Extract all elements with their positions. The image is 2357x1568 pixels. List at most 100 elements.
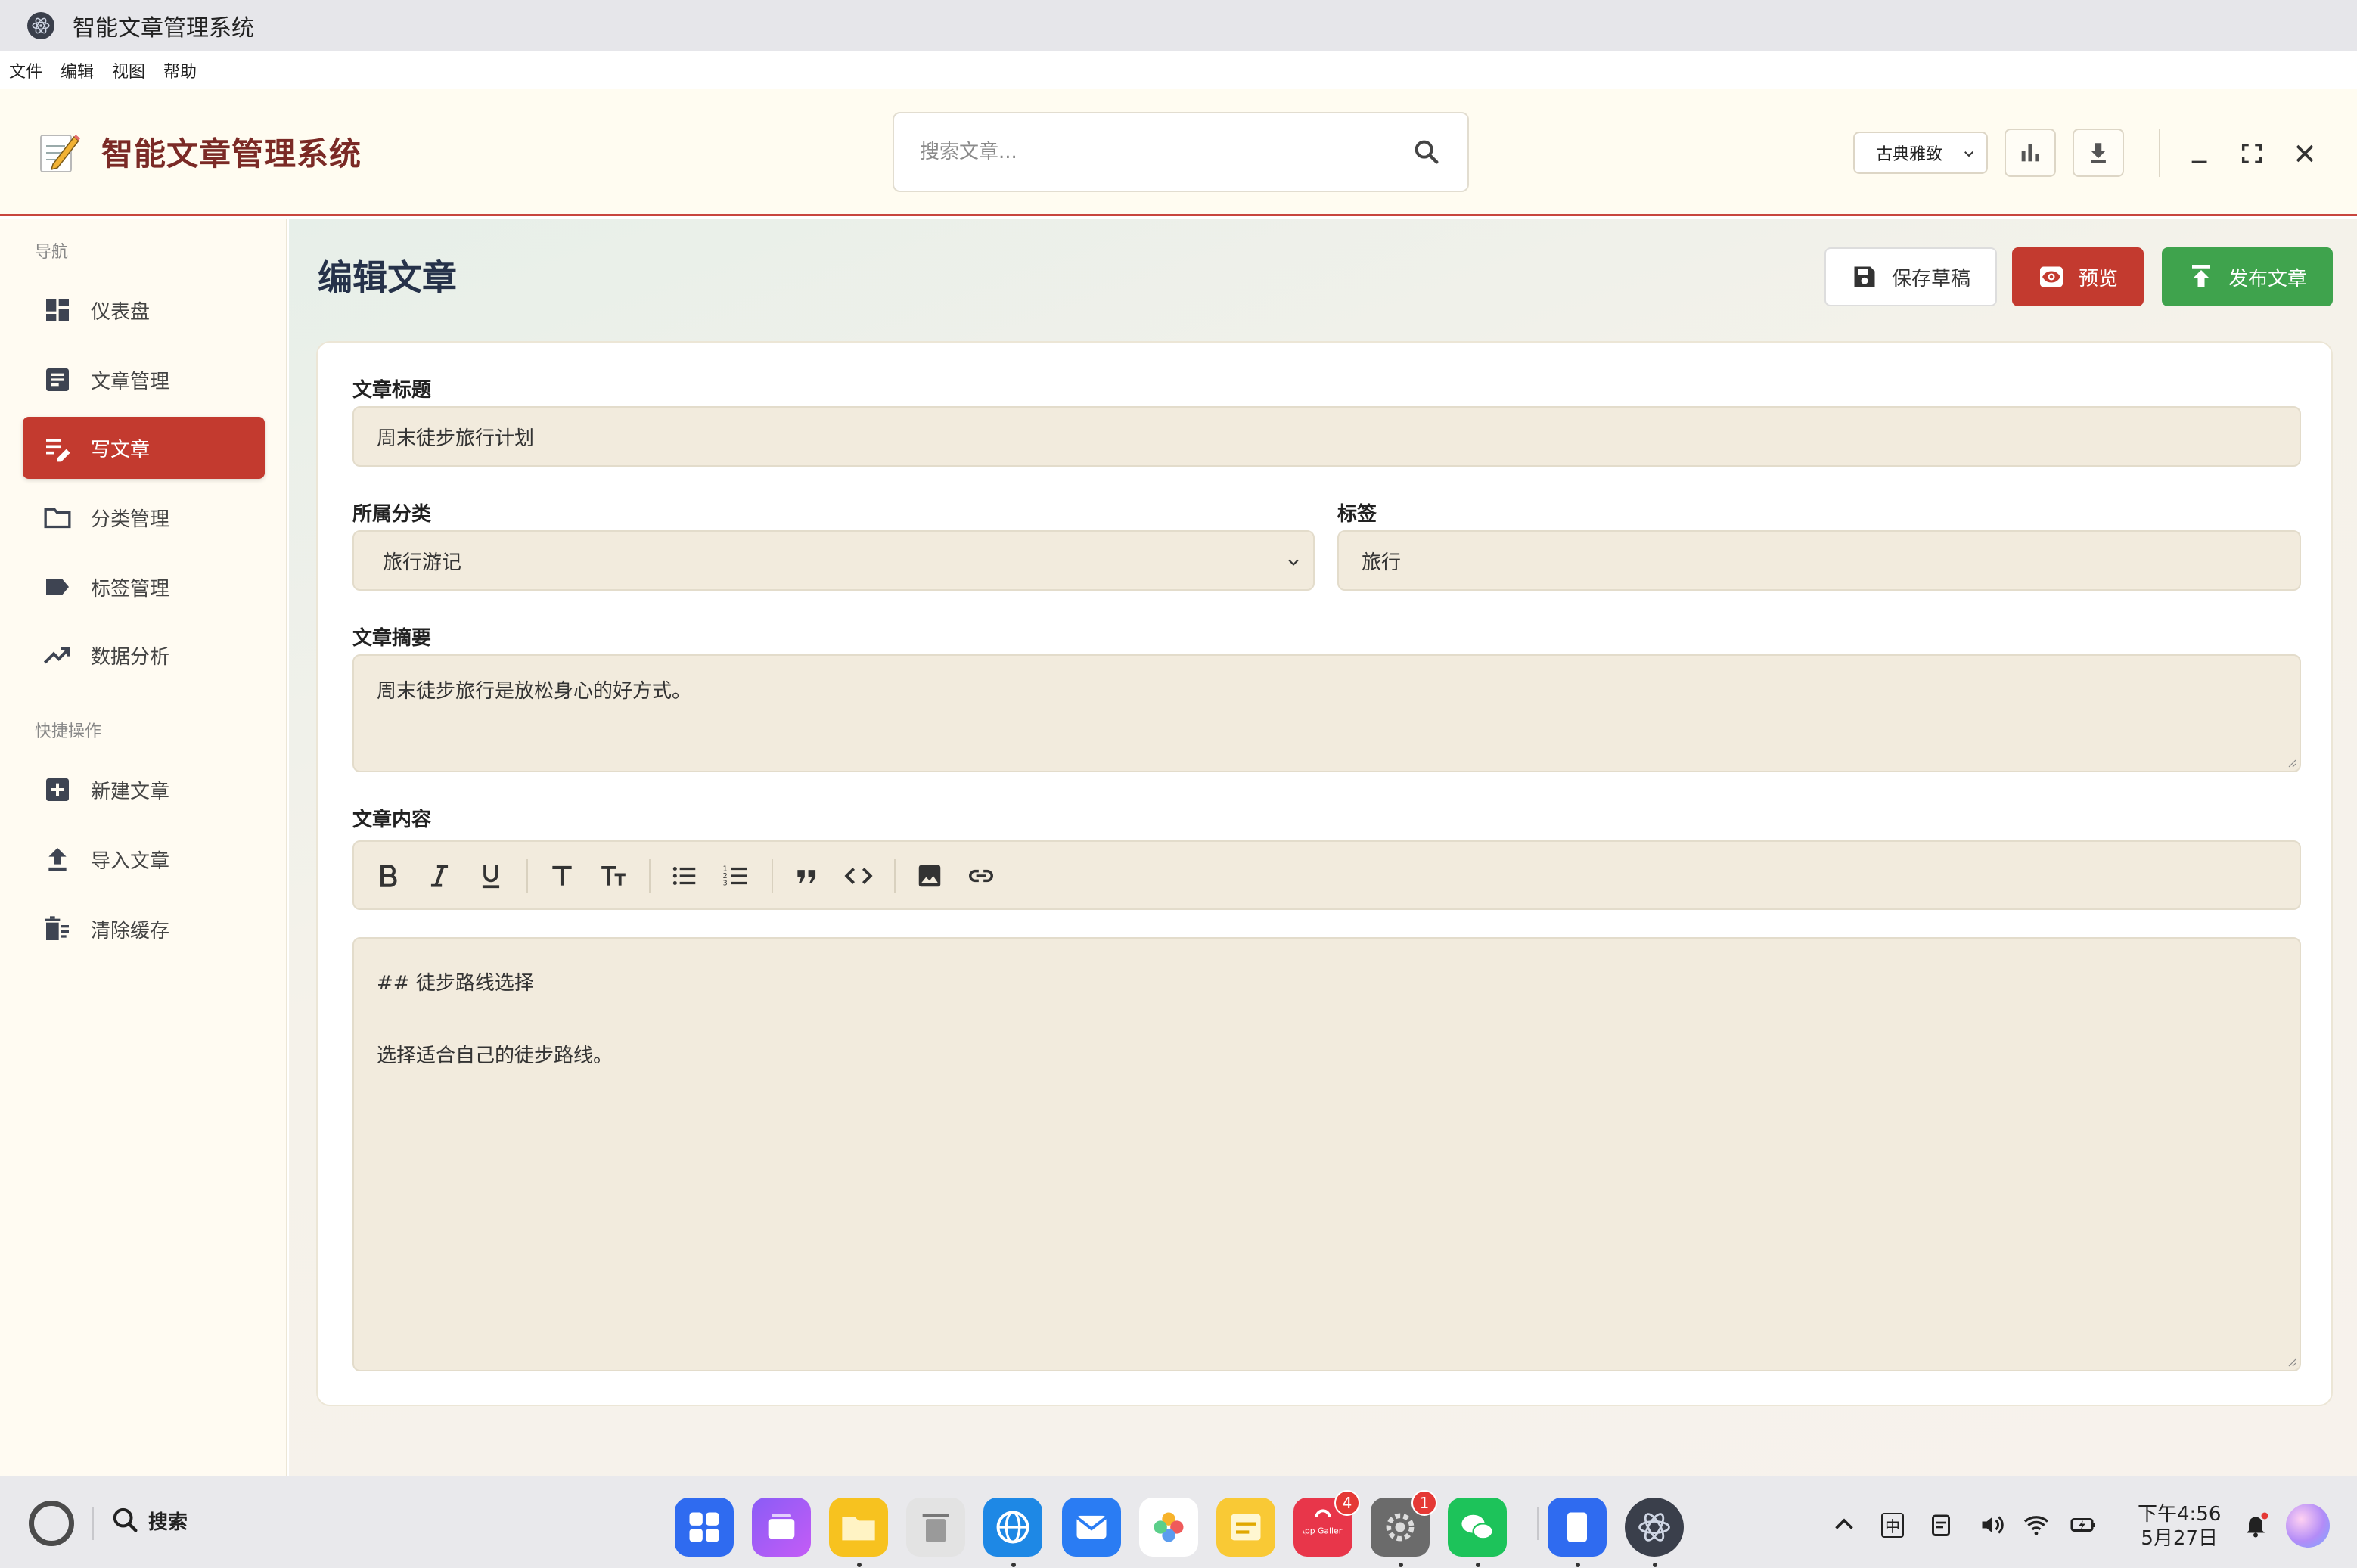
dashboard-icon — [46, 299, 69, 321]
toolbar-separator — [772, 859, 773, 893]
trash-icon — [45, 916, 69, 940]
content-editor[interactable]: ## 徒步路线选择 选择适合自己的徒步路线。 — [352, 937, 2301, 1371]
sidebar-item-tags[interactable]: 标签管理 — [23, 556, 265, 618]
multitask-app-icon[interactable] — [752, 1498, 811, 1557]
toolbar-separator — [894, 859, 896, 893]
quick-new-article[interactable]: 新建文章 — [23, 759, 265, 821]
search-input[interactable] — [920, 141, 1411, 163]
ime-indicator[interactable]: 中 — [1877, 1510, 1908, 1540]
atom-icon — [1638, 1513, 1670, 1542]
italic-button[interactable] — [422, 859, 457, 893]
quick-clear-cache[interactable]: 清除缓存 — [23, 898, 265, 960]
menu-view[interactable]: 视图 — [112, 58, 145, 82]
browser-app-icon[interactable] — [983, 1498, 1042, 1557]
taskbar-separator — [92, 1507, 94, 1540]
preview-button[interactable]: 预览 — [2012, 247, 2144, 306]
theme-select[interactable]: 古典雅致 — [1853, 132, 1988, 174]
image-button[interactable] — [912, 859, 947, 893]
photos-app-icon[interactable] — [1139, 1498, 1198, 1557]
heading-button[interactable] — [545, 859, 579, 893]
numbered-list-button[interactable]: 123 — [719, 859, 753, 893]
minimize-button[interactable] — [2185, 138, 2216, 169]
wechat-app-icon[interactable] — [1448, 1498, 1507, 1557]
link-button[interactable] — [964, 859, 998, 893]
code-button[interactable] — [841, 859, 876, 893]
quick-import-article[interactable]: 导入文章 — [23, 828, 265, 890]
sidebar: 导航 仪表盘 文章管理 写文章 分类管理 标签管理 数据分析 快捷操作 新建文章… — [0, 219, 287, 1476]
numbered-list-icon: 123 — [723, 865, 747, 888]
battery-tray-button[interactable] — [2068, 1510, 2098, 1540]
content-label: 文章内容 — [352, 809, 432, 831]
sidebar-item-label: 文章管理 — [91, 370, 170, 393]
resize-handle-icon[interactable] — [2286, 1356, 2296, 1367]
sidebar-item-categories[interactable]: 分类管理 — [23, 486, 265, 548]
start-button[interactable] — [29, 1501, 74, 1546]
tray-expand-button[interactable] — [1829, 1510, 1859, 1540]
sidebar-item-write[interactable]: 写文章 — [23, 417, 265, 479]
sidebar-section-nav: 导航 — [35, 243, 69, 262]
clipboard-tray-button[interactable] — [1926, 1510, 1956, 1540]
minimize-icon — [2191, 160, 2207, 164]
electron-app-taskbar-icon[interactable] — [1625, 1498, 1684, 1557]
stats-button[interactable] — [2005, 129, 2056, 177]
category-select-value: 旅行游记 — [383, 551, 462, 574]
app-gallery-icon[interactable]: App Gallery 4 — [1293, 1490, 1360, 1557]
search-icon[interactable] — [1411, 137, 1442, 167]
app-launcher-icon[interactable] — [675, 1498, 734, 1557]
theme-select-value: 古典雅致 — [1876, 145, 1943, 164]
trash-app-icon[interactable] — [906, 1498, 965, 1557]
preview-label: 预览 — [2078, 267, 2118, 290]
save-draft-button[interactable]: 保存草稿 — [1824, 247, 1997, 306]
close-button[interactable] — [2289, 138, 2321, 169]
sidebar-item-articles[interactable]: 文章管理 — [23, 349, 265, 411]
electron-app-icon — [27, 12, 54, 39]
notification-badge: 4 — [1334, 1490, 1360, 1516]
wifi-icon — [2023, 1516, 2049, 1535]
bell-icon — [2247, 1512, 2268, 1538]
quote-button[interactable] — [790, 859, 824, 893]
volume-tray-button[interactable] — [1977, 1510, 2008, 1540]
bullet-list-button[interactable] — [667, 859, 702, 893]
download-button[interactable] — [2073, 129, 2124, 177]
publish-label: 发布文章 — [2228, 267, 2307, 290]
tags-label: 标签 — [1337, 503, 1377, 526]
volume-icon — [1982, 1516, 2004, 1534]
docs-app-icon[interactable] — [1548, 1498, 1607, 1557]
taskbar-search[interactable]: 搜索 — [110, 1505, 188, 1535]
quick-item-label: 清除缓存 — [91, 919, 170, 942]
summary-textarea[interactable]: 周末徒步旅行是放松身心的好方式。 — [352, 654, 2301, 772]
sidebar-item-analytics[interactable]: 数据分析 — [23, 624, 265, 686]
underline-button[interactable] — [474, 859, 508, 893]
bold-button[interactable] — [371, 859, 405, 893]
main-content: 编辑文章 保存草稿 预览 发布文章 文章标题 周末徒步旅行计划 所属分类 旅行游… — [289, 219, 2357, 1476]
menu-help[interactable]: 帮助 — [163, 58, 197, 82]
title-input[interactable]: 周末徒步旅行计划 — [352, 406, 2301, 467]
category-select[interactable]: 旅行游记 — [352, 530, 1315, 591]
menu-edit[interactable]: 编辑 — [61, 58, 94, 82]
assistant-orb-icon[interactable] — [2286, 1504, 2330, 1548]
resize-handle-icon[interactable] — [2286, 757, 2296, 768]
sidebar-item-dashboard[interactable]: 仪表盘 — [23, 279, 265, 341]
tags-input[interactable]: 旅行 — [1337, 530, 2301, 591]
notification-center-button[interactable] — [2241, 1510, 2271, 1540]
maximize-button[interactable] — [2236, 138, 2268, 169]
os-titlebar: 智能文章管理系统 — [0, 0, 2357, 51]
publish-button[interactable]: 发布文章 — [2162, 247, 2333, 306]
taskbar: 搜索 App Gallery 4 1 — [0, 1476, 2357, 1568]
bold-icon — [380, 865, 397, 887]
files-app-icon[interactable] — [829, 1498, 888, 1557]
wifi-tray-button[interactable] — [2021, 1510, 2051, 1540]
italic-icon — [430, 865, 449, 887]
menu-file[interactable]: 文件 — [9, 58, 42, 82]
fullscreen-icon — [2241, 143, 2262, 164]
text-size-button[interactable] — [596, 859, 631, 893]
settings-app-icon[interactable]: 1 — [1371, 1490, 1437, 1557]
taskbar-clock[interactable]: 下午4:56 5月27日 — [2138, 1502, 2221, 1551]
upload-icon — [48, 848, 67, 871]
search-box[interactable] — [893, 112, 1469, 192]
windows-icon — [768, 1514, 795, 1539]
mail-app-icon[interactable] — [1062, 1498, 1121, 1557]
header-divider — [2159, 129, 2160, 177]
notes-app-icon[interactable] — [1216, 1498, 1275, 1557]
publish-icon — [2191, 265, 2210, 287]
